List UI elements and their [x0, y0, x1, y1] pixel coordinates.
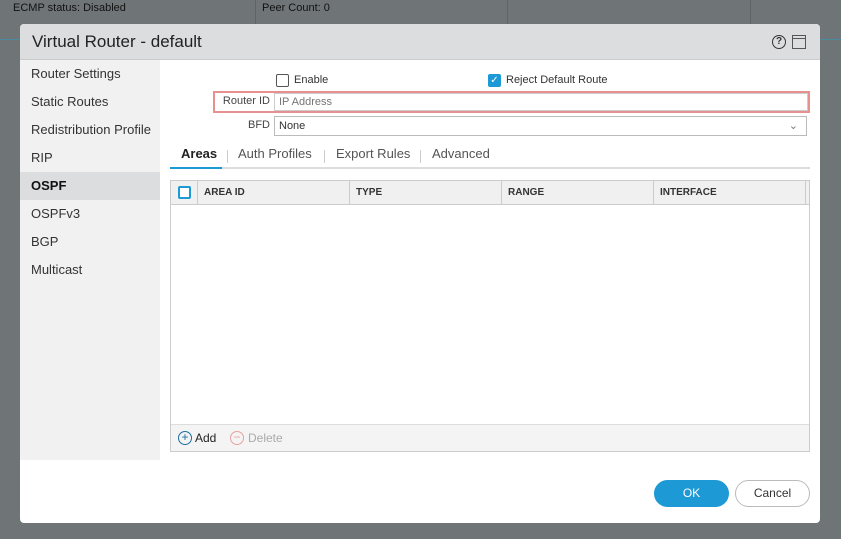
router-id-input[interactable] [274, 93, 808, 111]
sidebar-item-ospf[interactable]: OSPF [20, 172, 160, 200]
column-range[interactable]: RANGE [502, 181, 654, 205]
dialog-header: Virtual Router - default ? [20, 24, 820, 60]
bfd-select[interactable]: None ⌄ [274, 116, 807, 136]
enable-checkbox[interactable] [276, 74, 289, 87]
tab-auth-profiles[interactable]: Auth Profiles [238, 146, 312, 161]
sidebar-item-router-settings[interactable]: Router Settings [20, 60, 160, 88]
reject-default-route-label: Reject Default Route [506, 74, 608, 86]
bfd-value: None [279, 120, 306, 132]
enable-label: Enable [294, 74, 329, 86]
virtual-router-dialog: Virtual Router - default ? Router Settin… [20, 24, 820, 523]
select-all-cell [171, 181, 198, 205]
ok-button[interactable]: OK [654, 480, 729, 507]
table-footer: + Add − Delete [171, 424, 809, 451]
active-tab-indicator [170, 167, 222, 169]
table-header: AREA ID TYPE RANGE INTERFACE [171, 181, 809, 205]
cancel-button[interactable]: Cancel [735, 480, 810, 507]
tab-areas[interactable]: Areas [181, 146, 217, 161]
sidebar-item-bgp[interactable]: BGP [20, 228, 160, 256]
ecmp-status: ECMP status: Disabled [13, 2, 126, 14]
tab-export-rules[interactable]: Export Rules [336, 146, 410, 161]
maximize-icon[interactable] [792, 35, 806, 49]
sidebar-item-ospfv3[interactable]: OSPFv3 [20, 200, 160, 228]
sidebar-item-redistribution-profile[interactable]: Redistribution Profile [20, 116, 160, 144]
column-area-id[interactable]: AREA ID [198, 181, 350, 205]
select-all-checkbox[interactable] [178, 186, 191, 199]
peer-count: Peer Count: 0 [262, 2, 330, 14]
router-id-label: Router ID [222, 95, 270, 107]
add-icon[interactable]: + [178, 431, 192, 445]
column-type[interactable]: TYPE [350, 181, 502, 205]
sidebar-item-static-routes[interactable]: Static Routes [20, 88, 160, 116]
add-button[interactable]: Add [195, 431, 216, 445]
areas-table: AREA ID TYPE RANGE INTERFACE + Add − Del… [170, 180, 810, 452]
bfd-label: BFD [248, 119, 270, 131]
chevron-down-icon: ⌄ [788, 120, 798, 132]
sidebar: Router Settings Static Routes Redistribu… [20, 60, 160, 460]
help-icon[interactable]: ? [772, 35, 786, 49]
sidebar-item-rip[interactable]: RIP [20, 144, 160, 172]
delete-button[interactable]: Delete [248, 431, 283, 445]
delete-icon: − [230, 431, 244, 445]
tab-advanced[interactable]: Advanced [432, 146, 490, 161]
reject-default-route-checkbox[interactable]: ✓ [488, 74, 501, 87]
dialog-title: Virtual Router - default [32, 32, 202, 51]
column-interface[interactable]: INTERFACE [654, 181, 806, 205]
sidebar-item-multicast[interactable]: Multicast [20, 256, 160, 284]
tab-bar: Areas Auth Profiles Export Rules Advance… [170, 142, 810, 169]
